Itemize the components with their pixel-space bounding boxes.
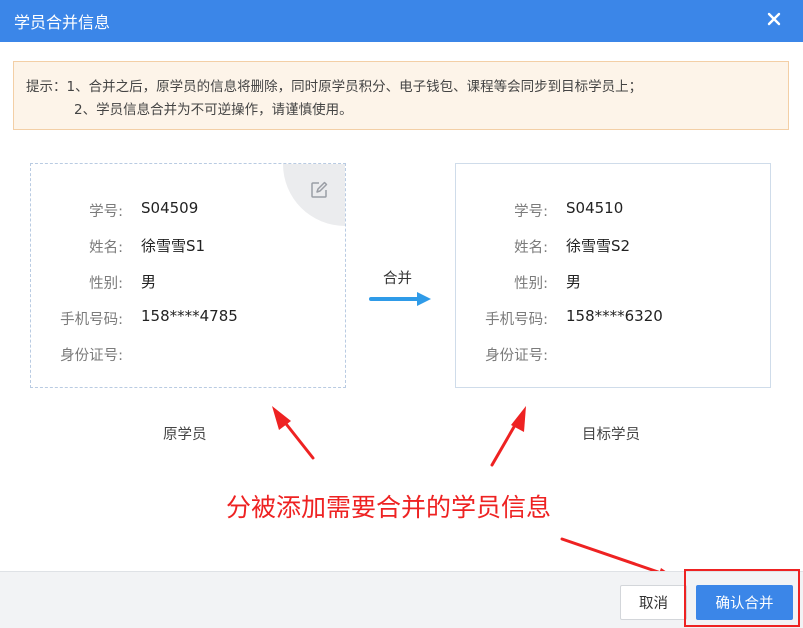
dialog-title: 学员合并信息 xyxy=(14,13,111,32)
name-label: 姓名: xyxy=(89,240,123,256)
student-id-value: S04509 xyxy=(141,199,199,217)
edit-icon[interactable] xyxy=(309,180,329,200)
annotation-text: 分被添加需要合并的学员信息 xyxy=(226,493,552,522)
annotation-arrow-left xyxy=(272,406,315,460)
dialog-footer: 取消 确认合并 xyxy=(0,569,803,628)
gender-value: 男 xyxy=(141,273,157,291)
phone-value: 158****6320 xyxy=(566,307,663,325)
phone-value: 158****4785 xyxy=(141,307,238,325)
name-value: 徐雪雪S1 xyxy=(141,237,206,255)
source-student-card[interactable]: 学号: S04509 姓名: 徐雪雪S1 性别: 男 手机号码: 158****… xyxy=(30,163,346,388)
dialog-header: 学员合并信息 xyxy=(0,0,803,42)
annotation-arrow-right xyxy=(490,406,526,467)
source-caption: 原学员 xyxy=(163,427,207,443)
notice-box: 提示：1、合并之后，原学员的信息将删除，同时原学员积分、电子钱包、课程等会同步到… xyxy=(13,61,789,130)
notice-line-2: 2、学员信息合并为不可逆操作，请谨慎使用。 xyxy=(74,102,353,118)
gender-value: 男 xyxy=(566,273,582,291)
close-icon[interactable] xyxy=(763,8,785,30)
student-id-label: 学号: xyxy=(514,204,548,220)
arrow-right-icon xyxy=(369,290,433,312)
target-caption: 目标学员 xyxy=(582,427,640,443)
id-card-label: 身份证号: xyxy=(485,348,548,364)
phone-label: 手机号码: xyxy=(60,312,123,328)
name-label: 姓名: xyxy=(514,240,548,256)
phone-label: 手机号码: xyxy=(485,312,548,328)
name-value: 徐雪雪S2 xyxy=(566,237,631,255)
cancel-button[interactable]: 取消 xyxy=(620,585,687,620)
confirm-merge-button[interactable]: 确认合并 xyxy=(696,585,793,620)
gender-label: 性别: xyxy=(514,276,548,292)
id-card-label: 身份证号: xyxy=(60,348,123,364)
target-student-card: 学号: S04510 姓名: 徐雪雪S2 性别: 男 手机号码: 158****… xyxy=(455,163,771,388)
gender-label: 性别: xyxy=(89,276,123,292)
student-id-label: 学号: xyxy=(89,204,123,220)
notice-line-1: 提示：1、合并之后，原学员的信息将删除，同时原学员积分、电子钱包、课程等会同步到… xyxy=(26,79,643,95)
student-id-value: S04510 xyxy=(566,199,624,217)
merge-label: 合并 xyxy=(383,271,412,287)
merge-student-dialog: 学员合并信息 提示：1、合并之后，原学员的信息将删除，同时原学员积分、电子钱包、… xyxy=(0,0,803,628)
